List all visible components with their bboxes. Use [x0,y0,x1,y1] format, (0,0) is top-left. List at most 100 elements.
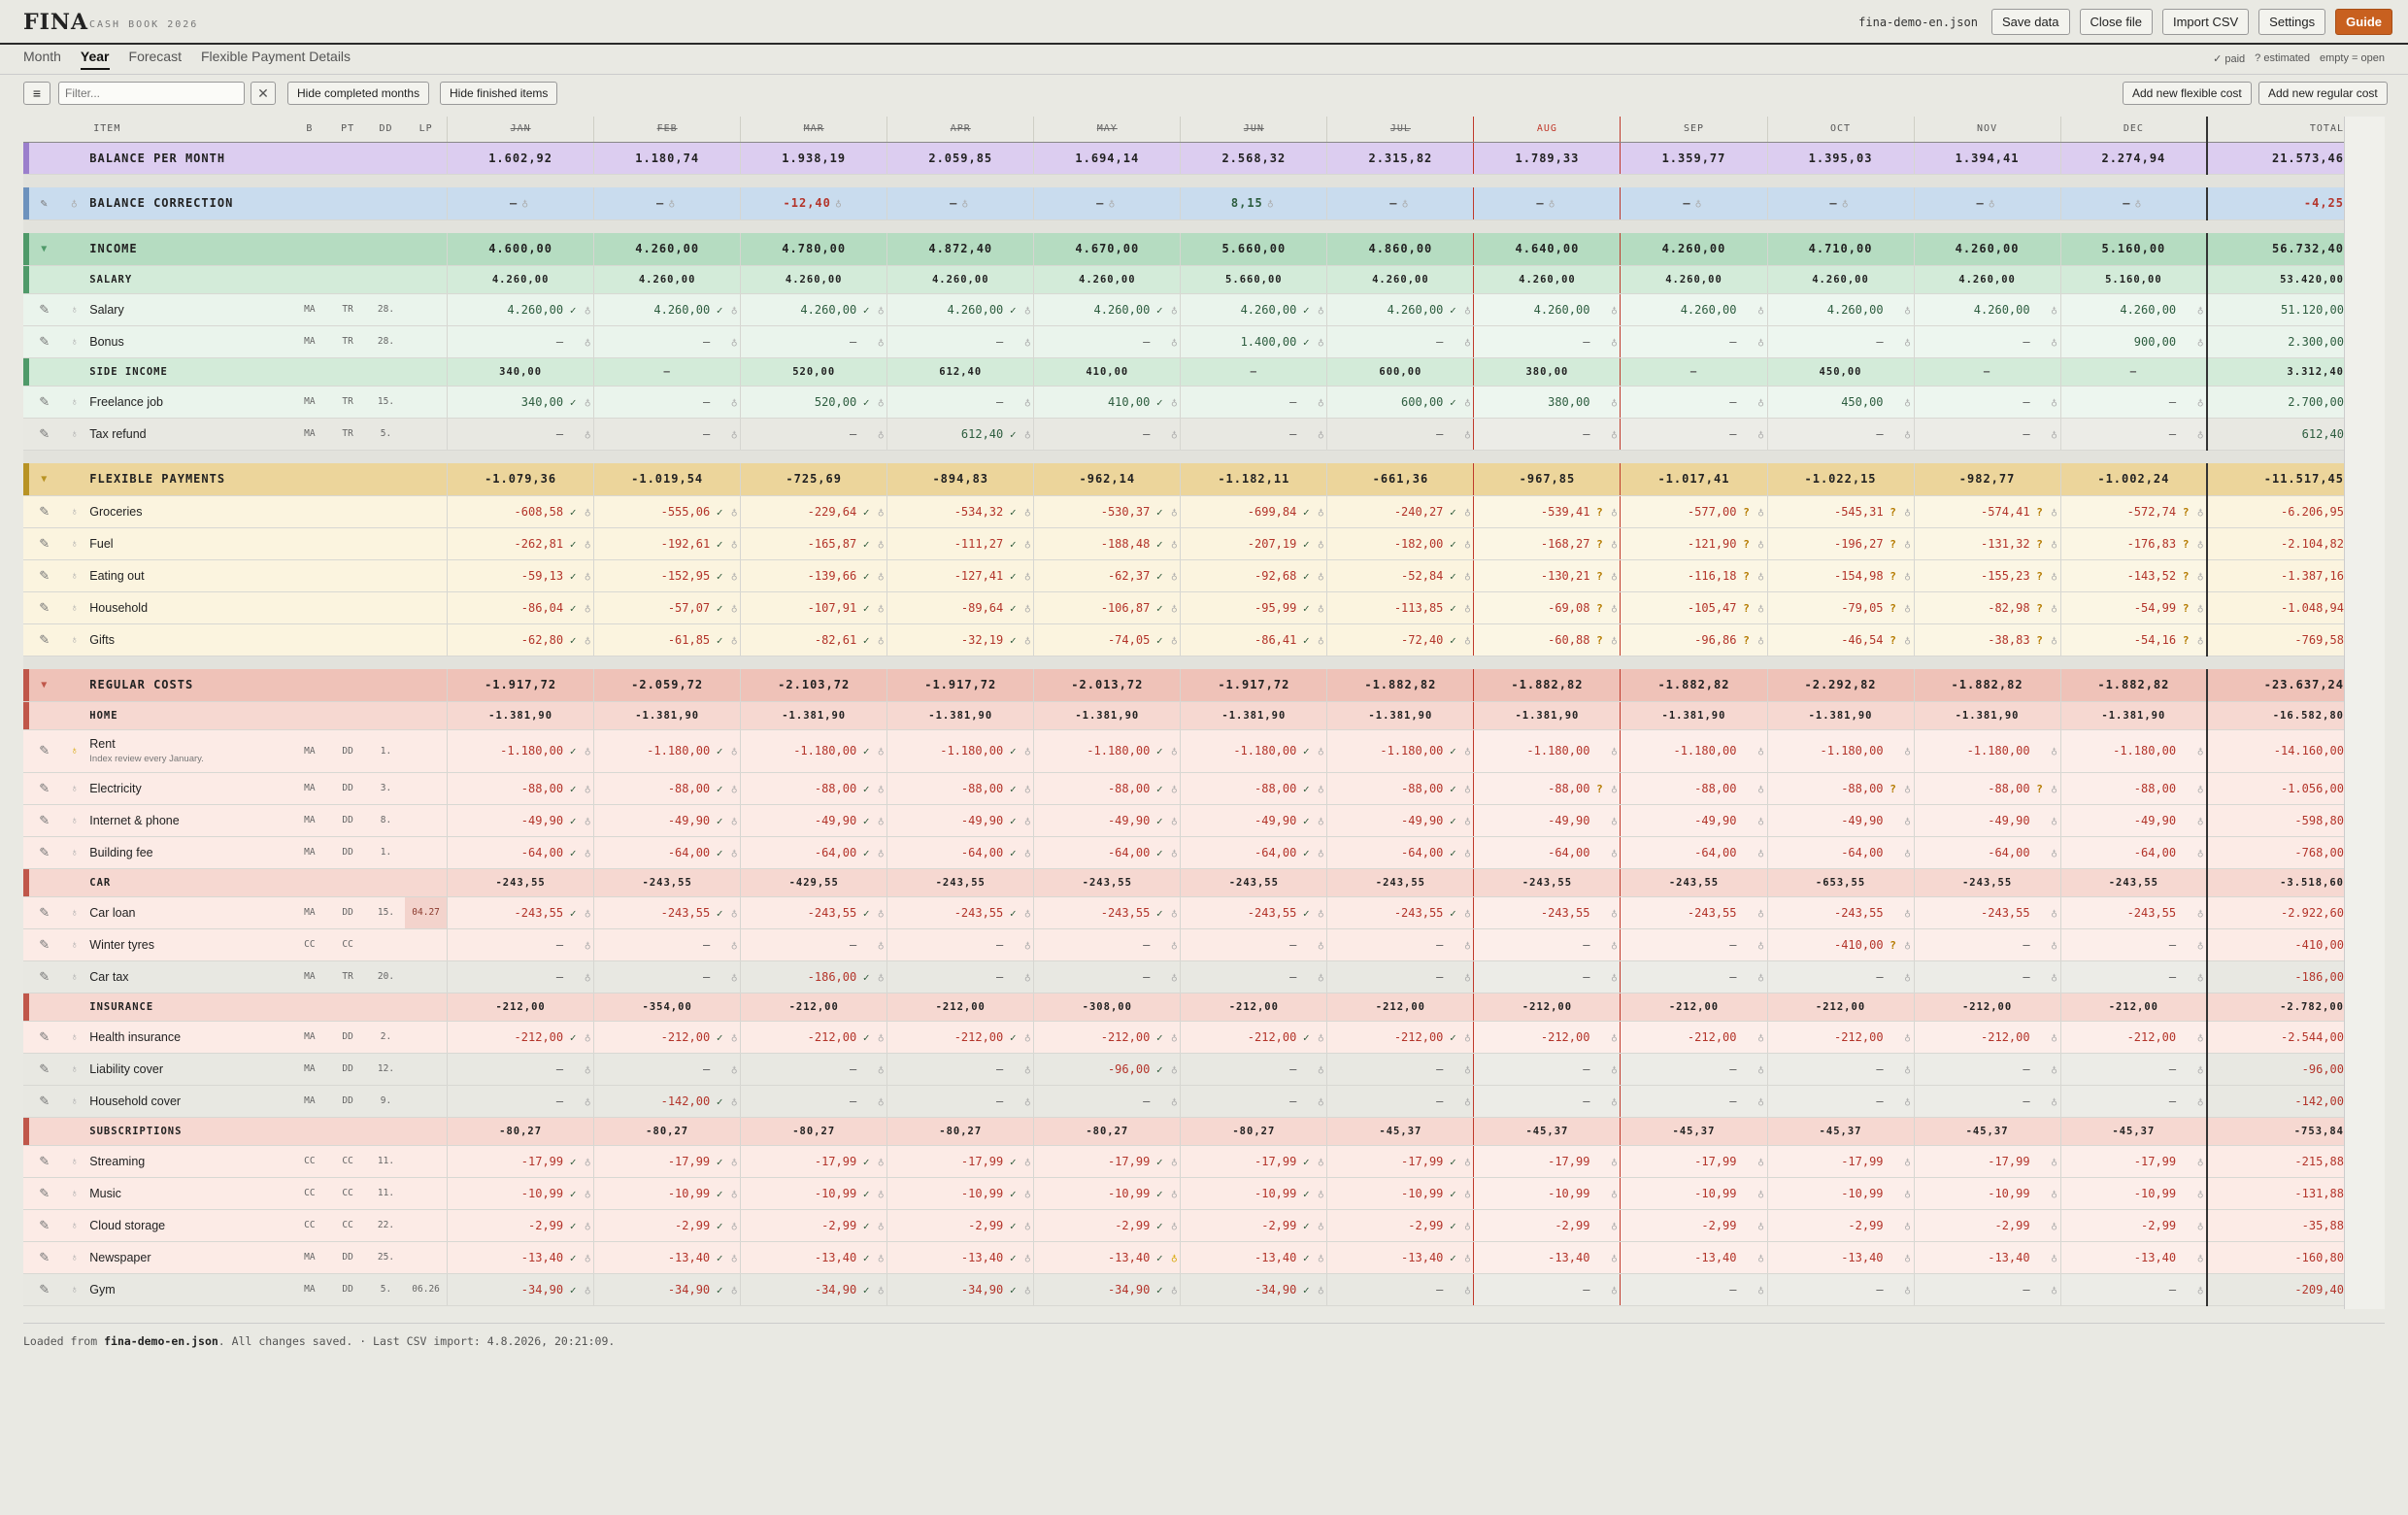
month-cell[interactable]: -111,27 ✓ ♁ [886,527,1034,560]
cell-note-icon[interactable]: ♁ [875,1031,886,1044]
paid-check-icon[interactable]: ✓ [1153,1220,1166,1232]
paid-check-icon[interactable]: ✓ [859,396,873,409]
paid-check-icon[interactable]: ✓ [1153,815,1166,827]
month-cell[interactable]: – ♁ [1033,325,1181,358]
estimated-icon[interactable]: ? [1887,602,1900,615]
cell-note-icon[interactable]: ♁ [2194,1095,2206,1108]
item-row-building-fee[interactable]: ✎ ♁ Building fee MA DD 1. -64,00 ✓ ♁ -64,00 ✓ ♁ -64,… [23,836,2344,869]
month-cell[interactable]: -243,55 ✓ ♁ [1326,896,1474,929]
cell-note-icon[interactable]: ♁ [1315,815,1326,827]
estimated-icon[interactable]: ? [1592,506,1606,519]
month-cell[interactable]: -131,32? ♁ [1913,527,2061,560]
month-cell[interactable]: – ♁ [1473,1053,1621,1086]
paid-check-icon[interactable]: ✓ [1446,745,1459,758]
month-cell[interactable]: -49,90 ♁ [1620,804,1767,837]
cell-note-icon[interactable]: ♁ [2049,304,2060,317]
cell-note-icon[interactable]: ♁ [875,1220,886,1232]
cell-note-icon[interactable]: ♁ [1168,570,1180,583]
month-cell[interactable]: – ♁ [1326,928,1474,961]
estimated-icon[interactable]: ? [2033,602,2047,615]
paid-check-icon[interactable]: ✓ [859,907,873,920]
cell-note-icon[interactable]: ♁ [582,1220,593,1232]
cell-note-icon[interactable]: ♁ [1315,783,1326,795]
cell-note-icon[interactable]: ♁ [1902,939,1914,952]
edit-icon[interactable]: ✎ [29,527,60,560]
paid-check-icon[interactable]: ✓ [713,1095,726,1108]
estimated-icon[interactable]: ? [1592,783,1606,795]
cell-note-icon[interactable]: ♁ [1902,570,1914,583]
note-bulb-icon[interactable]: ♁ [59,187,90,220]
cell-note-icon[interactable]: ♁ [2049,570,2060,583]
edit-icon[interactable]: ✎ [29,1241,60,1274]
month-cell[interactable]: -192,61 ✓ ♁ [593,527,741,560]
month-cell[interactable]: -410,00? ♁ [1766,928,1915,961]
month-cell[interactable]: -142,00 ✓ ♁ [593,1085,741,1118]
edit-icon[interactable]: ✎ [29,1177,60,1210]
cell-note-icon[interactable]: ♁ [2194,847,2206,859]
cell-note-icon[interactable]: ♁ [1902,1252,1914,1264]
month-cell[interactable]: – ♁ [1766,1085,1915,1118]
cell-note-icon[interactable]: ♁ [1315,1156,1326,1168]
cell-note-icon[interactable]: ♁ [2194,745,2206,758]
cell-note-icon[interactable]: ♁ [1608,783,1620,795]
cell-note-icon[interactable]: ♁ [728,396,740,409]
estimated-icon[interactable]: ? [1887,783,1900,795]
month-cell[interactable]: -49,90 ✓ ♁ [1326,804,1474,837]
month-cell[interactable]: -1.180,00 ♁ [1766,729,1915,773]
month-cell[interactable]: -2,99 ♁ [1620,1209,1767,1242]
estimated-icon[interactable]: ? [1592,602,1606,615]
month-cell[interactable]: -64,00 ✓ ♁ [1326,836,1474,869]
month-cell[interactable]: – ♁ [1766,1273,1915,1306]
cell-note-icon[interactable]: ♁ [2194,506,2206,519]
month-cell[interactable]: -13,40 ♁ [1473,1241,1621,1274]
month-cell[interactable]: -13,40 ♁ [1620,1241,1767,1274]
cell-note-icon[interactable]: ♁ [1021,538,1033,551]
paid-check-icon[interactable]: ✓ [1446,634,1459,647]
note-bulb-icon[interactable]: ♁ [59,1021,90,1054]
cell-note-icon[interactable]: ♁ [875,336,886,349]
paid-check-icon[interactable]: ✓ [713,1220,726,1232]
month-cell[interactable]: -13,40 ✓ ♁ [1180,1241,1327,1274]
month-cell[interactable]: – ♁ [886,1085,1034,1118]
cell-note-icon[interactable]: ♁ [1756,1284,1767,1296]
month-cell[interactable]: 4.260,00 ♁ [1913,293,2061,326]
month-cell[interactable]: – ♁ [593,386,741,419]
save-data-button[interactable]: Save data [1990,9,2070,35]
cell-note-icon[interactable]: ♁ [2194,783,2206,795]
cell-note-icon[interactable]: ♁ [1021,1156,1033,1168]
cell-note-icon[interactable]: ♁ [2049,602,2060,615]
cell-note-icon[interactable]: ♁ [2049,1031,2060,1044]
cell-note-icon[interactable]: ♁ [1756,602,1767,615]
cell-note-icon[interactable]: ♁ [582,971,593,984]
cell-note-icon[interactable]: ♁ [728,1063,740,1076]
cell-note-icon[interactable]: ♁ [1756,634,1767,647]
guide-button[interactable]: Guide [2335,9,2392,35]
cell-note-icon[interactable]: ♁ [1756,1063,1767,1076]
cell-note-icon[interactable]: ♁ [1608,506,1620,519]
note-bulb-icon[interactable]: ♁ [59,1177,90,1210]
paid-check-icon[interactable]: ✓ [859,304,873,317]
cell-note-icon[interactable]: ♁ [582,538,593,551]
cell-note-icon[interactable]: ♁ [1902,396,1914,409]
cell-note-icon[interactable]: ♁ [2132,197,2144,210]
paid-check-icon[interactable]: ✓ [566,1031,580,1044]
cell-note-icon[interactable]: ♁ [1461,847,1473,859]
paid-check-icon[interactable]: ✓ [1446,538,1459,551]
cell-note-icon[interactable]: ♁ [2049,396,2060,409]
paid-check-icon[interactable]: ✓ [713,1156,726,1168]
cell-note-icon[interactable]: ♁ [1021,428,1033,441]
col-month[interactable]: APR [886,117,1034,143]
note-bulb-icon[interactable]: ♁ [59,1053,90,1086]
month-cell[interactable]: -243,55 ♁ [2059,896,2208,929]
cell-note-icon[interactable]: ♁ [1021,815,1033,827]
paid-check-icon[interactable]: ✓ [1299,907,1313,920]
month-cell[interactable]: – ♁ [1326,1085,1474,1118]
month-cell[interactable]: 612,40 ✓ ♁ [886,418,1034,451]
cell-note-icon[interactable]: ♁ [1461,907,1473,920]
item-row-car-tax[interactable]: ✎ ♁ Car tax MA TR 20. – ♁ – ♁ -186,00 ✓ ♁ – ♁ – ♁ – ♁ – ♁ – ♁ –… [23,960,2344,993]
month-cell[interactable]: – ♁ [1180,386,1327,419]
paid-check-icon[interactable]: ✓ [1446,907,1459,920]
edit-icon[interactable]: ✎ [29,928,60,961]
cell-note-icon[interactable]: ♁ [1168,907,1180,920]
estimated-icon[interactable]: ? [2033,538,2047,551]
